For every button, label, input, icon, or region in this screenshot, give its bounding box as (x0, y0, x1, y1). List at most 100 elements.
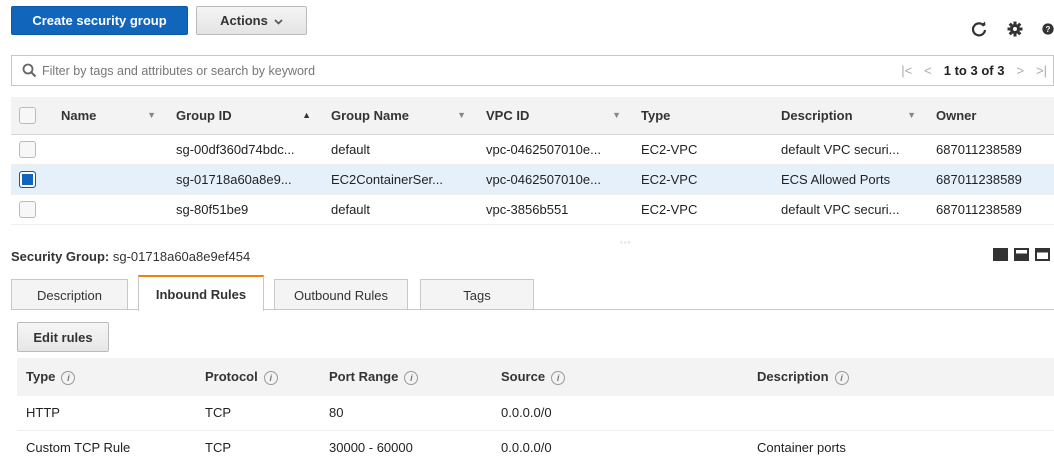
panel-resize-handle[interactable]: ▫▫▫ (620, 238, 632, 247)
cell-group-name: default (321, 134, 476, 165)
info-icon[interactable]: i (404, 370, 419, 385)
column-header-name[interactable]: Name ▼ (51, 97, 166, 135)
row-select-cell[interactable] (11, 194, 51, 225)
cell-type: EC2-VPC (631, 164, 771, 195)
next-page-icon[interactable]: > (1016, 63, 1024, 78)
last-page-icon[interactable]: >| (1036, 63, 1047, 78)
prev-page-icon[interactable]: < (924, 63, 932, 78)
info-icon[interactable]: i (61, 370, 76, 385)
layout-full-icon[interactable] (993, 248, 1008, 261)
filter-bar: |< < 1 to 3 of 3 > >| (11, 55, 1054, 86)
rules-header-row: Type i Protocol i Port Range i Source i Desc… (17, 358, 1054, 396)
rules-column-protocol: Protocol i (196, 358, 320, 396)
cell-owner: 687011238589 (926, 164, 1054, 195)
rule-source: 0.0.0.0/0 (492, 396, 748, 431)
first-page-icon[interactable]: |< (901, 63, 912, 78)
create-security-group-button[interactable]: Create security group (11, 6, 188, 35)
row-select-cell[interactable] (11, 164, 51, 195)
refresh-icon[interactable] (970, 20, 988, 38)
column-header-group-id[interactable]: Group ID ▲ (166, 97, 321, 135)
detail-tabs: Description Inbound Rules Outbound Rules… (11, 275, 1054, 311)
info-icon[interactable]: i (834, 370, 849, 385)
rule-protocol: TCP (196, 430, 320, 463)
help-icon[interactable]: ? (1042, 20, 1054, 38)
cell-group-id: sg-01718a60a8e9... (166, 164, 321, 195)
cell-name (51, 134, 166, 165)
sort-chevron-icon: ▼ (147, 110, 156, 120)
cell-name (51, 194, 166, 225)
sort-asc-icon: ▲ (302, 110, 311, 120)
actions-dropdown-button[interactable]: Actions (196, 6, 307, 35)
panel-layout-icons (993, 248, 1050, 261)
column-header-vpc-id[interactable]: VPC ID ▼ (476, 97, 631, 135)
rules-column-port-range: Port Range i (320, 358, 492, 396)
chevron-down-icon (274, 13, 283, 28)
svg-text:?: ? (1046, 25, 1051, 34)
gear-icon[interactable] (1006, 20, 1024, 38)
layout-collapse-icon[interactable] (1035, 248, 1050, 261)
row-select-cell[interactable] (11, 134, 51, 165)
cell-type: EC2-VPC (631, 194, 771, 225)
column-header-description[interactable]: Description ▼ (771, 97, 926, 135)
detail-label: Security Group: (11, 249, 110, 264)
tab-description[interactable]: Description (11, 279, 128, 310)
cell-group-id: sg-80f51be9 (166, 194, 321, 225)
rule-row: Custom TCP Rule TCP 30000 - 60000 0.0.0.… (17, 430, 1054, 463)
row-checkbox-checked[interactable] (19, 170, 36, 188)
cell-description: default VPC securi... (771, 134, 926, 165)
table-row-selected[interactable]: sg-01718a60a8e9... EC2ContainerSer... vp… (11, 164, 1054, 195)
cell-group-name: EC2ContainerSer... (321, 164, 476, 195)
cell-owner: 687011238589 (926, 134, 1054, 165)
info-icon[interactable]: i (263, 370, 278, 385)
security-groups-table: Name ▼ Group ID ▲ Group Name ▼ VPC ID ▼ Type… (11, 97, 1054, 225)
cell-type: EC2-VPC (631, 134, 771, 165)
rule-type: HTTP (17, 396, 196, 431)
rule-protocol: TCP (196, 396, 320, 431)
toolbar-icons: ? (970, 20, 1054, 38)
tab-inbound-rules[interactable]: Inbound Rules (138, 275, 264, 311)
pagination: |< < 1 to 3 of 3 > >| (901, 56, 1047, 85)
info-icon[interactable]: i (551, 370, 566, 385)
cell-vpc-id: vpc-0462507010e... (476, 134, 631, 165)
search-input[interactable] (42, 63, 682, 78)
edit-rules-button[interactable]: Edit rules (17, 322, 109, 352)
edit-rules-label: Edit rules (33, 329, 93, 345)
column-header-type[interactable]: Type (631, 97, 771, 135)
sort-chevron-icon: ▼ (907, 110, 916, 120)
rules-column-description: Description i (748, 358, 1054, 396)
detail-group-id: sg-01718a60a8e9ef454 (112, 249, 251, 264)
rule-description: Container ports (748, 430, 1054, 463)
create-security-group-label: Create security group (32, 13, 167, 28)
row-checkbox[interactable] (19, 140, 36, 158)
select-all-cell[interactable] (11, 97, 51, 135)
detail-panel-title: Security Group: sg-01718a60a8e9ef454 (11, 249, 250, 264)
cell-vpc-id: vpc-3856b551 (476, 194, 631, 225)
column-header-group-name[interactable]: Group Name ▼ (321, 97, 476, 135)
toolbar: Create security group Actions ? (0, 0, 1054, 44)
rule-port-range: 30000 - 60000 (320, 430, 492, 463)
rule-source: 0.0.0.0/0 (492, 430, 748, 463)
cell-description: default VPC securi... (771, 194, 926, 225)
actions-label: Actions (220, 13, 268, 28)
layout-half-icon[interactable] (1014, 248, 1029, 261)
rule-type: Custom TCP Rule (17, 430, 196, 463)
cell-name (51, 164, 166, 195)
rule-row: HTTP TCP 80 0.0.0.0/0 (17, 396, 1054, 431)
row-checkbox[interactable] (19, 200, 36, 218)
rules-column-type: Type i (17, 358, 196, 396)
rule-description (748, 396, 1054, 431)
tab-tags[interactable]: Tags (420, 279, 534, 310)
select-all-checkbox[interactable] (19, 106, 36, 124)
search-icon (16, 63, 42, 78)
cell-owner: 687011238589 (926, 194, 1054, 225)
cell-group-id: sg-00df360d74bdc... (166, 134, 321, 165)
cell-vpc-id: vpc-0462507010e... (476, 164, 631, 195)
cell-description: ECS Allowed Ports (771, 164, 926, 195)
table-row[interactable]: sg-00df360d74bdc... default vpc-04625070… (11, 134, 1054, 165)
cell-group-name: default (321, 194, 476, 225)
tab-outbound-rules[interactable]: Outbound Rules (274, 279, 408, 310)
table-header-row: Name ▼ Group ID ▲ Group Name ▼ VPC ID ▼ Type… (11, 97, 1054, 135)
table-row[interactable]: sg-80f51be9 default vpc-3856b551 EC2-VPC… (11, 194, 1054, 225)
sort-chevron-icon: ▼ (457, 110, 466, 120)
column-header-owner[interactable]: Owner (926, 97, 1054, 135)
